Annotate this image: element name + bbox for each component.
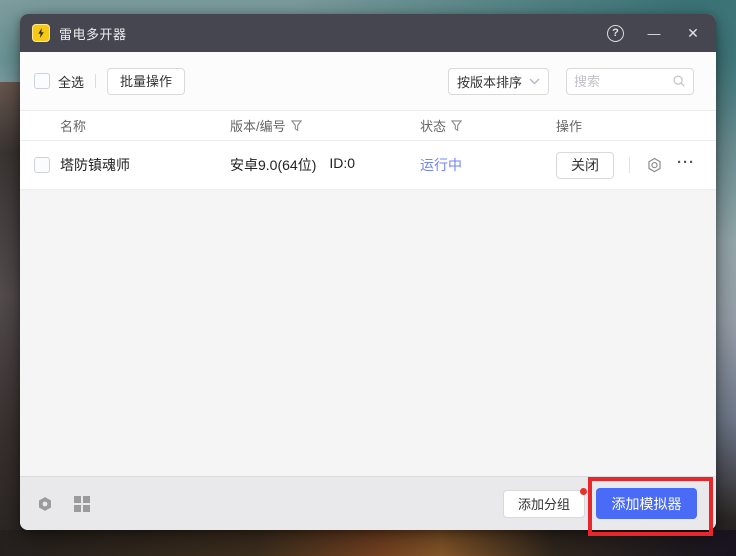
notification-badge <box>580 488 587 495</box>
global-settings-nut-icon[interactable] <box>36 495 54 513</box>
lightning-icon <box>35 27 47 39</box>
help-icon[interactable]: ? <box>607 25 624 42</box>
search-box[interactable] <box>566 68 694 95</box>
app-logo-icon <box>32 24 50 42</box>
select-all-label: 全选 <box>58 72 84 91</box>
app-window: 雷电多开器 ? — ✕ 全选 批量操作 按版本排序 名称 版本/编号 <box>20 14 716 530</box>
column-header-status: 状态 <box>420 116 556 135</box>
titlebar-controls: ? — ✕ <box>607 25 702 42</box>
column-header-name: 名称 <box>60 116 230 135</box>
row-checkbox[interactable] <box>34 157 50 173</box>
search-input[interactable] <box>574 74 672 89</box>
filter-funnel-icon[interactable] <box>451 120 462 132</box>
empty-list-area <box>20 190 716 476</box>
chevron-down-icon <box>529 78 540 85</box>
table-row: 塔防镇魂师 安卓9.0(64位) ID:0 运行中 关闭 ··· <box>20 141 716 190</box>
more-options-icon[interactable]: ··· <box>677 155 695 176</box>
grid-view-icon[interactable] <box>74 496 90 512</box>
sort-dropdown-value: 按版本排序 <box>457 72 522 91</box>
titlebar: 雷电多开器 ? — ✕ <box>20 14 716 52</box>
row-instance-id: ID:0 <box>329 155 355 175</box>
instance-settings-gear-icon[interactable] <box>645 156 664 175</box>
operations-divider <box>629 157 630 173</box>
row-status-running: 运行中 <box>420 155 556 175</box>
row-android-version: 安卓9.0(64位) <box>230 155 316 175</box>
batch-operations-button[interactable]: 批量操作 <box>107 68 185 95</box>
footer-bar: 添加分组 添加模拟器 <box>20 476 716 530</box>
toolbar-divider <box>95 74 96 88</box>
column-header-version: 版本/编号 <box>230 116 420 135</box>
desktop-wallpaper-cliff <box>0 82 22 556</box>
row-name: 塔防镇魂师 <box>60 155 230 175</box>
column-header-operations: 操作 <box>556 116 716 135</box>
stop-instance-button[interactable]: 关闭 <box>556 152 614 179</box>
add-group-button[interactable]: 添加分组 <box>503 490 585 518</box>
minimize-button[interactable]: — <box>645 26 663 41</box>
sort-dropdown[interactable]: 按版本排序 <box>448 68 549 95</box>
row-operations: 关闭 ··· <box>556 152 716 179</box>
window-title: 雷电多开器 <box>59 24 127 43</box>
table-header: 名称 版本/编号 状态 操作 <box>20 110 716 141</box>
search-icon <box>672 74 686 88</box>
select-all-checkbox[interactable] <box>34 73 50 89</box>
close-button[interactable]: ✕ <box>684 25 702 42</box>
toolbar: 全选 批量操作 按版本排序 <box>20 52 716 110</box>
add-emulator-button[interactable]: 添加模拟器 <box>596 488 697 519</box>
row-version: 安卓9.0(64位) ID:0 <box>230 155 420 175</box>
filter-funnel-icon[interactable] <box>291 120 302 132</box>
desktop-wallpaper-mountain <box>0 530 736 556</box>
